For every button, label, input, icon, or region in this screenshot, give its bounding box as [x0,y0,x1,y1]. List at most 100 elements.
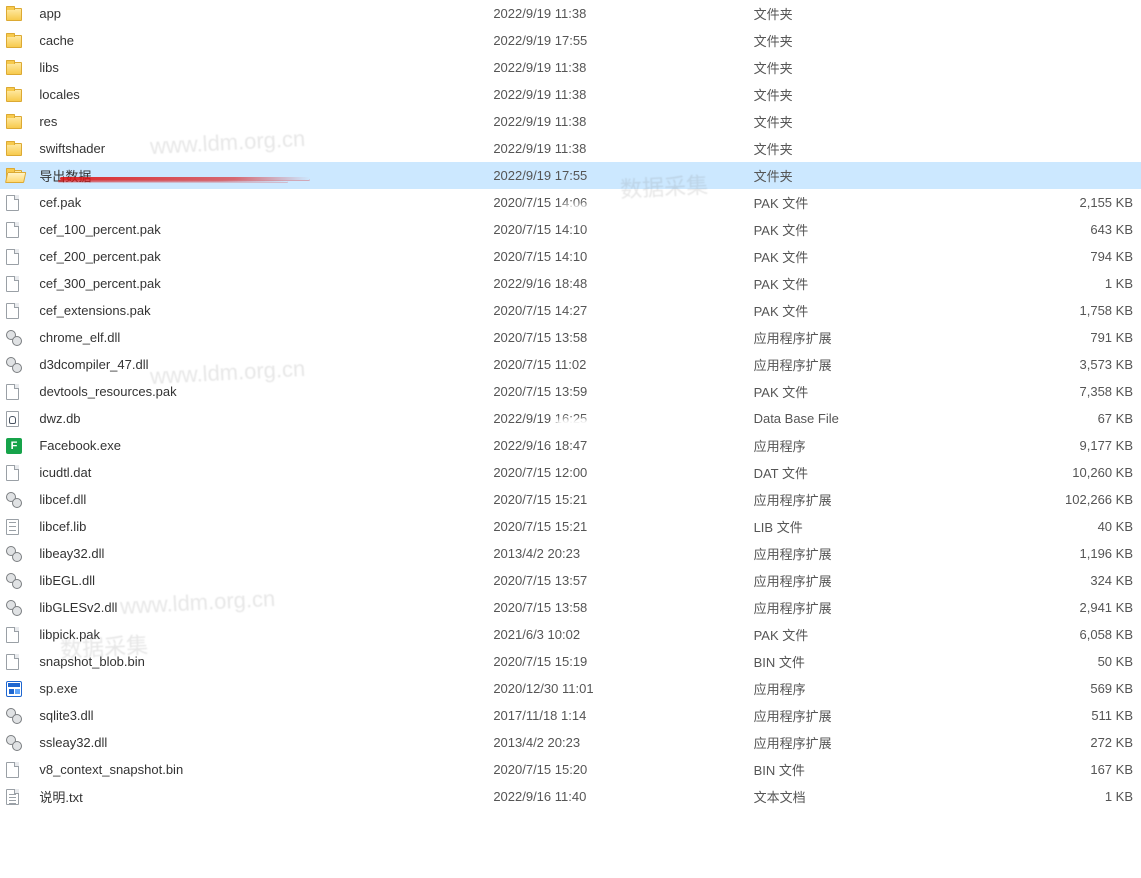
file-type: PAK 文件 [754,189,996,216]
file-row[interactable]: sqlite3.dll2017/11/18 1:14应用程序扩展511 KB [0,702,1141,729]
file-row[interactable]: chrome_elf.dll2020/7/15 13:58应用程序扩展791 K… [0,324,1141,351]
file-row[interactable]: sp.exe2020/12/30 11:01应用程序569 KB [0,675,1141,702]
file-name[interactable]: libs [39,54,493,81]
file-row[interactable]: cef_300_percent.pak2022/9/16 18:48PAK 文件… [0,270,1141,297]
file-name[interactable]: swiftshader [39,135,493,162]
file-name[interactable]: cef_200_percent.pak [39,243,493,270]
file-row[interactable]: cache2022/9/19 17:55文件夹 [0,27,1141,54]
file-size: 1,196 KB [996,540,1141,567]
folder-open-icon [6,170,22,183]
folder-icon [6,89,22,102]
file-name[interactable]: devtools_resources.pak [39,378,493,405]
file-date-modified: 2020/7/15 14:10 [493,243,753,270]
file-size: 3,573 KB [996,351,1141,378]
file-row[interactable]: app2022/9/19 11:38文件夹 [0,0,1141,27]
file-icon-cell [0,54,39,81]
file-date-modified: 2020/7/15 14:27 [493,297,753,324]
file-row[interactable]: libcef.lib2020/7/15 15:21LIB 文件40 KB [0,513,1141,540]
file-size: 1 KB [996,270,1141,297]
file-type: 应用程序扩展 [754,540,996,567]
file-icon-cell [0,81,39,108]
file-row[interactable]: res2022/9/19 11:38文件夹 [0,108,1141,135]
file-name[interactable]: res [39,108,493,135]
file-name[interactable]: libEGL.dll [39,567,493,594]
file-name[interactable]: locales [39,81,493,108]
file-row[interactable]: devtools_resources.pak2020/7/15 13:59PAK… [0,378,1141,405]
file-name[interactable]: sqlite3.dll [39,702,493,729]
file-name[interactable]: snapshot_blob.bin [39,648,493,675]
file-row[interactable]: libeay32.dll2013/4/2 20:23应用程序扩展1,196 KB [0,540,1141,567]
file-size [996,81,1141,108]
file-icon-cell [0,351,39,378]
file-row[interactable]: dwz.db2022/9/19 16:25Data Base File67 KB [0,405,1141,432]
file-type: 文件夹 [754,0,996,27]
file-type: 文本文档 [754,783,996,810]
file-type: 应用程序扩展 [754,702,996,729]
file-name[interactable]: app [39,0,493,27]
file-row[interactable]: ssleay32.dll2013/4/2 20:23应用程序扩展272 KB [0,729,1141,756]
file-name[interactable]: libeay32.dll [39,540,493,567]
file-name[interactable]: icudtl.dat [39,459,493,486]
file-name[interactable]: Facebook.exe [39,432,493,459]
file-size [996,0,1141,27]
file-type: 文件夹 [754,27,996,54]
file-name[interactable]: cef_100_percent.pak [39,216,493,243]
dll-icon [6,492,22,508]
file-row[interactable]: libGLESv2.dll2020/7/15 13:58应用程序扩展2,941 … [0,594,1141,621]
file-name[interactable]: cef_300_percent.pak [39,270,493,297]
file-row[interactable]: cef_extensions.pak2020/7/15 14:27PAK 文件1… [0,297,1141,324]
file-row[interactable]: snapshot_blob.bin2020/7/15 15:19BIN 文件50… [0,648,1141,675]
file-row[interactable]: swiftshader2022/9/19 11:38文件夹 [0,135,1141,162]
file-type: 应用程序扩展 [754,729,996,756]
folder-icon [6,116,22,129]
file-date-modified: 2020/7/15 13:57 [493,567,753,594]
file-row[interactable]: v8_context_snapshot.bin2020/7/15 15:20BI… [0,756,1141,783]
file-name[interactable]: 导出数据 [39,162,493,189]
file-row[interactable]: libpick.pak2021/6/3 10:02PAK 文件6,058 KB [0,621,1141,648]
file-name[interactable]: libGLESv2.dll [39,594,493,621]
file-icon-cell [0,783,39,810]
file-row[interactable]: libEGL.dll2020/7/15 13:57应用程序扩展324 KB [0,567,1141,594]
file-icon [6,762,19,778]
file-row[interactable]: 说明.txt2022/9/16 11:40文本文档1 KB [0,783,1141,810]
file-name[interactable]: ssleay32.dll [39,729,493,756]
file-row[interactable]: icudtl.dat2020/7/15 12:00DAT 文件10,260 KB [0,459,1141,486]
file-name[interactable]: libpick.pak [39,621,493,648]
file-size: 569 KB [996,675,1141,702]
file-name[interactable]: d3dcompiler_47.dll [39,351,493,378]
file-name[interactable]: dwz.db [39,405,493,432]
file-row[interactable]: libs2022/9/19 11:38文件夹 [0,54,1141,81]
file-row[interactable]: libcef.dll2020/7/15 15:21应用程序扩展102,266 K… [0,486,1141,513]
file-date-modified: 2020/7/15 13:58 [493,594,753,621]
file-name[interactable]: libcef.lib [39,513,493,540]
dat-file-icon [6,465,19,481]
file-type: Data Base File [754,405,996,432]
file-name[interactable]: libcef.dll [39,486,493,513]
file-row[interactable]: locales2022/9/19 11:38文件夹 [0,81,1141,108]
file-icon-cell [0,621,39,648]
file-type: 应用程序 [754,432,996,459]
file-name[interactable]: v8_context_snapshot.bin [39,756,493,783]
file-row[interactable]: d3dcompiler_47.dll2020/7/15 11:02应用程序扩展3… [0,351,1141,378]
file-row[interactable]: Facebook.exe2022/9/16 18:47应用程序9,177 KB [0,432,1141,459]
file-date-modified: 2020/7/15 15:19 [493,648,753,675]
file-name[interactable]: cef_extensions.pak [39,297,493,324]
file-icon [6,276,19,292]
file-name[interactable]: sp.exe [39,675,493,702]
file-icon-cell [0,0,39,27]
file-row[interactable]: cef.pak2020/7/15 14:06PAK 文件2,155 KB [0,189,1141,216]
file-name[interactable]: 说明.txt [39,783,493,810]
file-type: 应用程序扩展 [754,486,996,513]
file-size: 67 KB [996,405,1141,432]
file-name[interactable]: cache [39,27,493,54]
file-icon-cell [0,405,39,432]
file-name[interactable]: cef.pak [39,189,493,216]
file-type: 文件夹 [754,54,996,81]
file-row[interactable]: 导出数据2022/9/19 17:55文件夹 [0,162,1141,189]
file-type: PAK 文件 [754,216,996,243]
file-row[interactable]: cef_200_percent.pak2020/7/15 14:10PAK 文件… [0,243,1141,270]
file-name[interactable]: chrome_elf.dll [39,324,493,351]
file-list[interactable]: app2022/9/19 11:38文件夹cache2022/9/19 17:5… [0,0,1141,810]
file-size: 7,358 KB [996,378,1141,405]
file-row[interactable]: cef_100_percent.pak2020/7/15 14:10PAK 文件… [0,216,1141,243]
